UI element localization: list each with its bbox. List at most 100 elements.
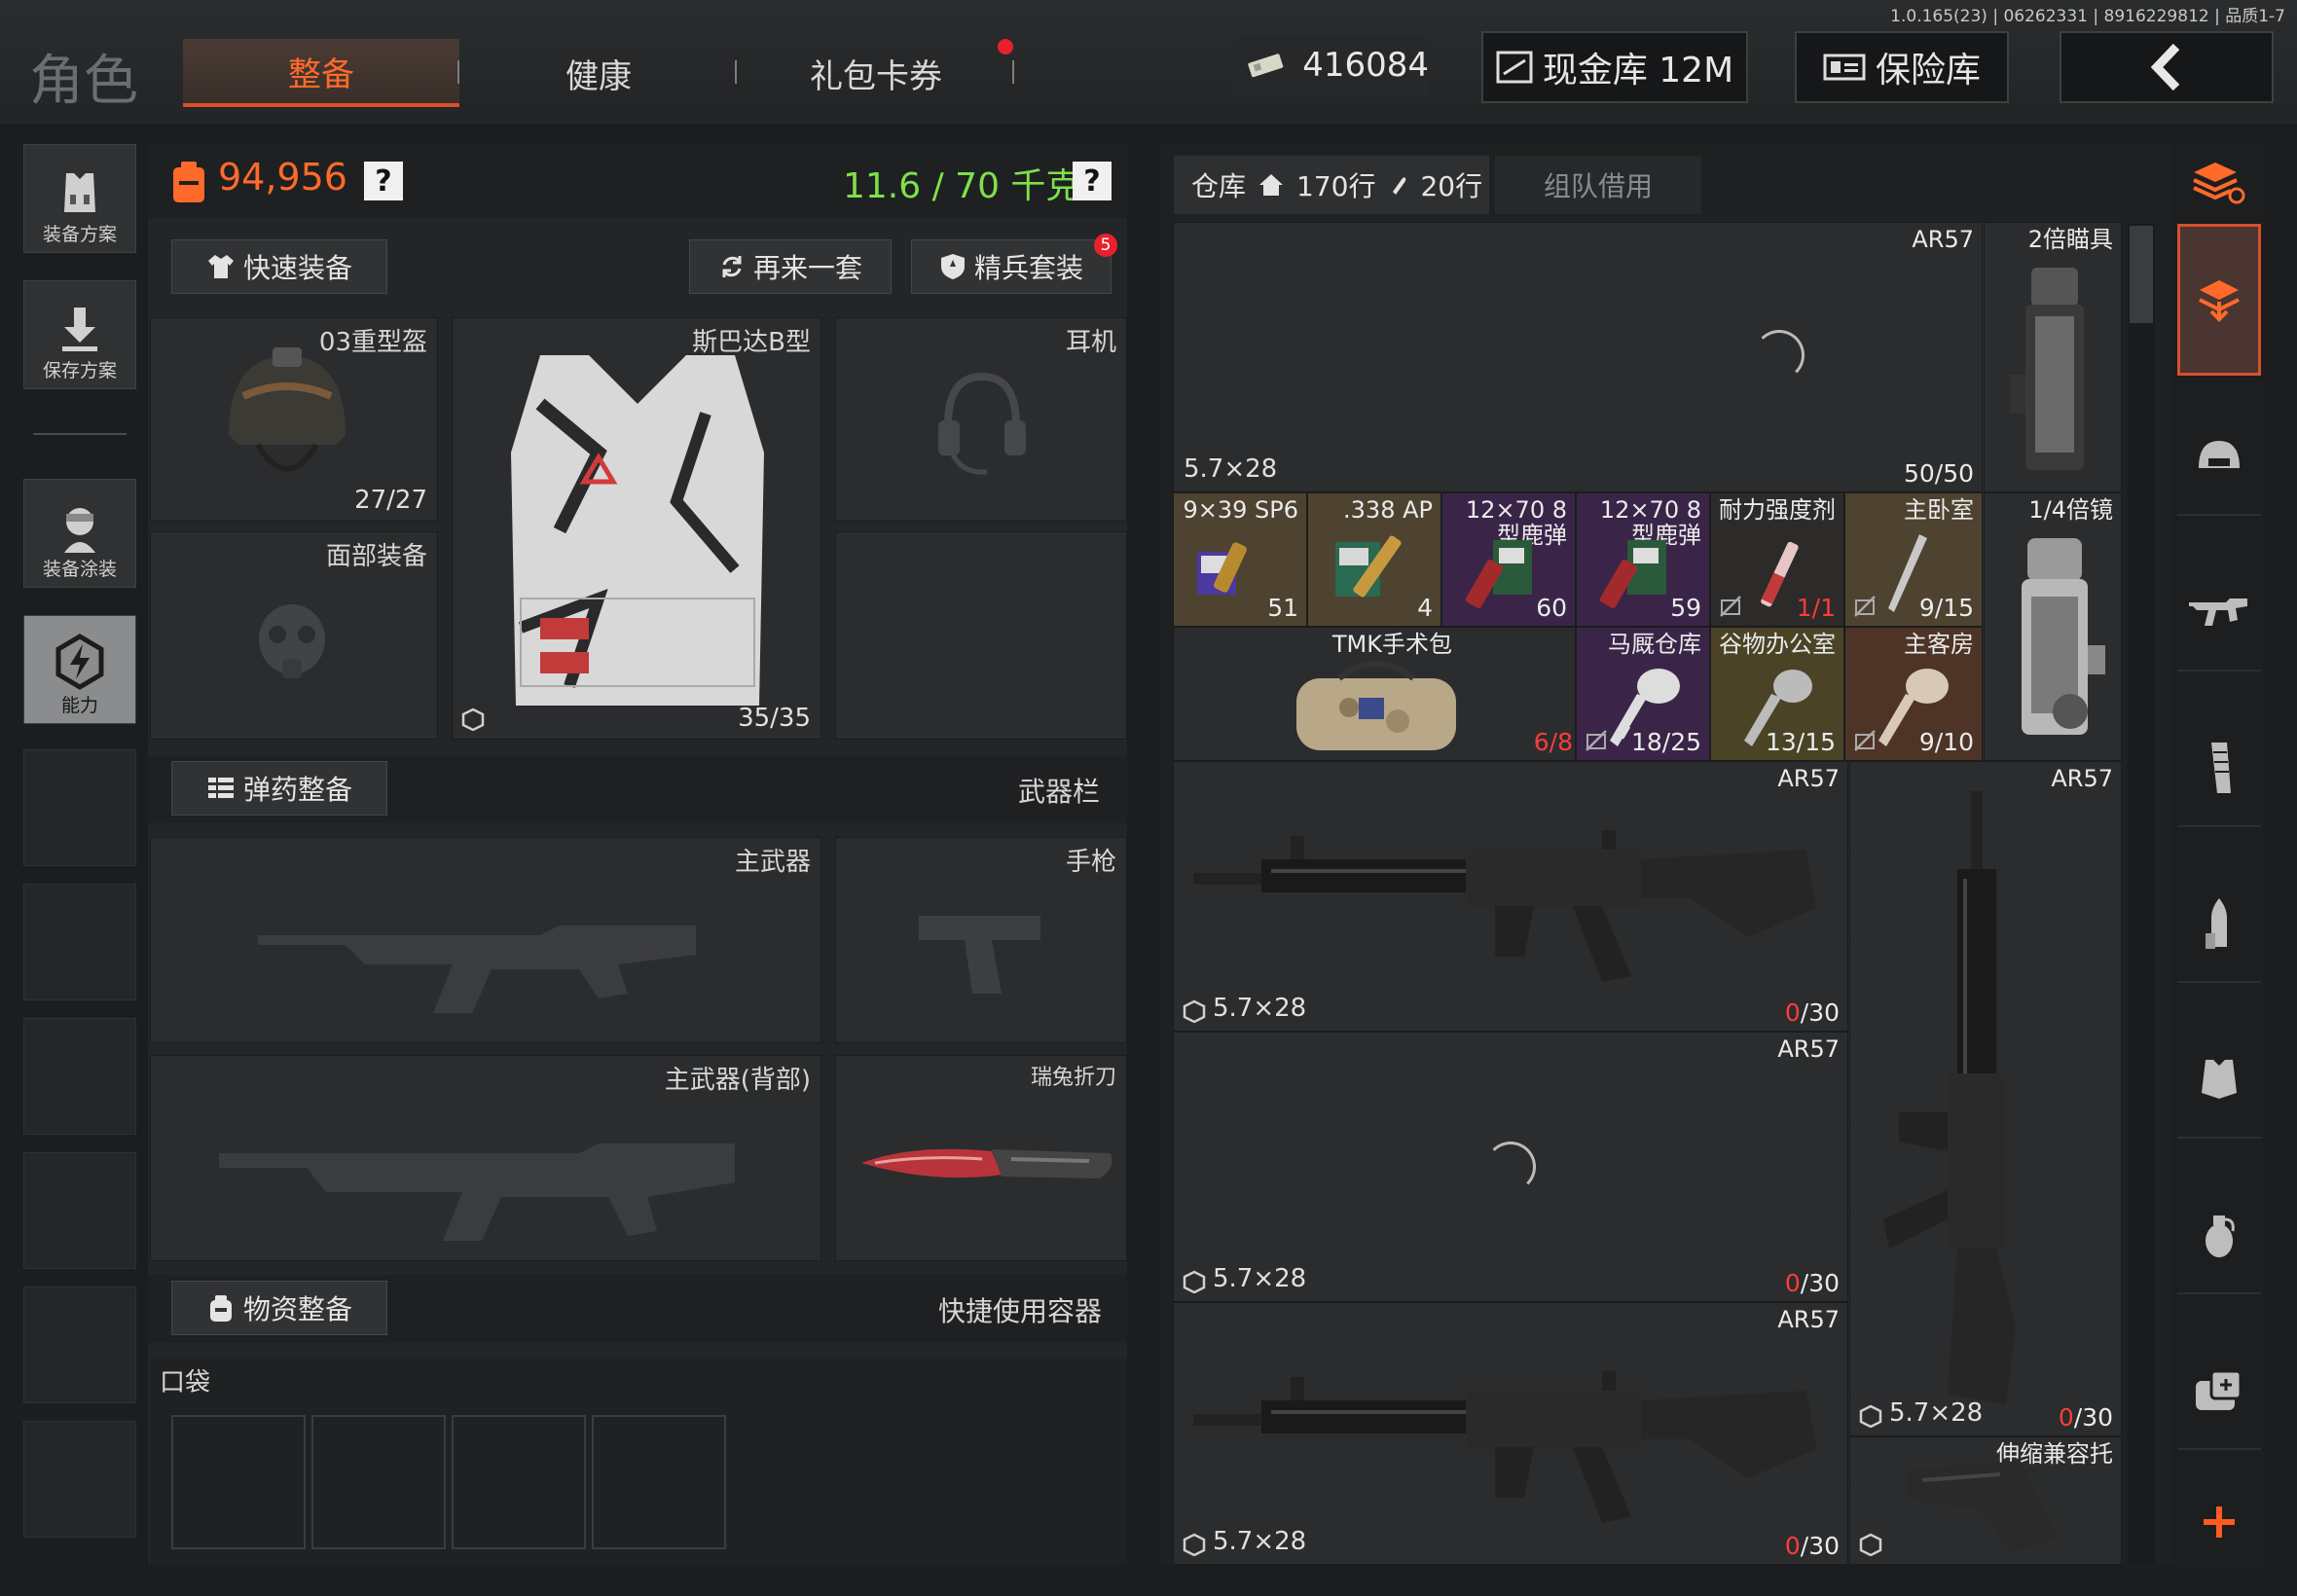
warehouse-item-master-bedroom-key[interactable]: 主卧室 9/15: [1844, 492, 1983, 627]
grenade-icon: [2206, 1215, 2235, 1257]
box-icon: [1183, 1270, 1206, 1293]
value-help-button[interactable]: ?: [364, 162, 403, 200]
category-medical[interactable]: [2177, 1333, 2261, 1450]
tab-health[interactable]: 健康: [506, 39, 691, 107]
elite-set-button[interactable]: 精兵套装: [911, 239, 1112, 294]
warehouse-item-1-4x-scope[interactable]: 1/4倍镜: [1984, 492, 2122, 761]
item-count: 9/10: [1918, 728, 1974, 756]
add-category-button[interactable]: [2177, 1479, 2261, 1565]
warehouse-item-2x-scope[interactable]: 2倍瞄具: [1984, 222, 2122, 492]
warehouse-item-338-ap[interactable]: .338 AP 4: [1307, 492, 1441, 627]
tab-equip[interactable]: 整备: [183, 39, 459, 107]
sidebar-item-label: 保存方案: [42, 360, 117, 381]
headset-slot[interactable]: 耳机: [835, 317, 1127, 522]
sidebar-item-skin[interactable]: 装备涂装: [23, 479, 136, 588]
team-borrow-tab[interactable]: 组队借用: [1495, 156, 1701, 214]
warehouse-scrollbar[interactable]: [2128, 224, 2155, 1565]
warehouse-item-ar57[interactable]: AR57 5.7×28 50/50: [1173, 222, 1983, 492]
safe-icon: [1823, 54, 1866, 81]
weight-help-button[interactable]: ?: [1073, 162, 1112, 200]
safe-button[interactable]: 保险库: [1795, 31, 2009, 103]
item-count-max: /30: [1800, 1269, 1840, 1297]
supplies-equip-button[interactable]: 物资整备: [171, 1281, 387, 1335]
ability-icon: [55, 634, 104, 690]
warehouse-item-tmk-surgical-kit[interactable]: TMK手术包 6/8: [1173, 627, 1576, 761]
warehouse-item-ar57[interactable]: AR57 5.7×28 0/30: [1173, 1032, 1848, 1302]
warehouse-item-ar57[interactable]: AR57 5.7×28 0/30: [1173, 761, 1848, 1032]
category-selected[interactable]: [2177, 224, 2261, 376]
item-label: .338 AP: [1343, 496, 1433, 524]
category-ammo[interactable]: [2177, 866, 2261, 983]
warehouse-item-9x39-sp6[interactable]: 9×39 SP6 51: [1173, 492, 1307, 627]
face-gear-slot[interactable]: 面部装备: [150, 531, 438, 740]
warehouse-item-12x70-buckshot[interactable]: 12×70 8型鹿弹 59: [1576, 492, 1710, 627]
pocket-slot[interactable]: [592, 1415, 726, 1549]
tab-gift-cards[interactable]: 礼包卡券: [779, 39, 973, 107]
item-count: 51: [1267, 594, 1298, 622]
box-icon: [1859, 1404, 1882, 1428]
warehouse-item-ar57[interactable]: AR57 5.7×28 0/30: [1173, 1302, 1848, 1565]
warehouse-item-stamina-booster[interactable]: 耐力强度剂 1/1: [1710, 492, 1844, 627]
item-count: 13/15: [1765, 728, 1836, 756]
sidebar-item-ability[interactable]: 能力: [23, 615, 136, 724]
warehouse-item-grain-office-key[interactable]: 谷物办公室 13/15: [1710, 627, 1844, 761]
category-helmet[interactable]: [2177, 399, 2261, 516]
sidebar-empty-slot: [23, 749, 136, 866]
category-rifle[interactable]: [2177, 555, 2261, 671]
shirt-icon: [207, 255, 234, 278]
medkit-icon: [2196, 1369, 2242, 1410]
rifle-vertical-icon: [1883, 791, 2016, 1404]
gas-mask-icon: [259, 604, 325, 678]
weight-display: 11.6 / 70 千克: [843, 166, 1081, 206]
cash-vault-button[interactable]: 现金库 12M: [1481, 31, 1748, 103]
scrollbar-thumb[interactable]: [2130, 226, 2153, 323]
category-all[interactable]: [2177, 136, 2261, 230]
loading-spinner-icon: [1485, 1142, 1536, 1192]
warehouse-item-ar57[interactable]: AR57 5.7×28 0/30: [1849, 761, 2122, 1436]
warehouse-tab[interactable]: 仓库 170行 20行: [1174, 156, 1489, 214]
warehouse-item-telescopic-stock[interactable]: 伸缩兼容托: [1849, 1436, 2122, 1565]
knife-slot[interactable]: 瑞兔折刀: [835, 1055, 1127, 1261]
primary-back-weapon-slot[interactable]: 主武器(背部): [150, 1055, 821, 1261]
pocket-slot[interactable]: [452, 1415, 586, 1549]
helmet-durability: 27/27: [354, 486, 427, 515]
loading-spinner-icon: [1754, 330, 1805, 381]
armor-slot[interactable]: 斯巴达B型 35/35: [452, 317, 821, 740]
warehouse-item-guest-room-key[interactable]: 主客房 9/10: [1844, 627, 1983, 761]
no-container-icon: [1720, 596, 1741, 617]
extra-gear-slot[interactable]: [835, 531, 1127, 740]
item-label: AR57: [1777, 765, 1840, 792]
quick-equip-button[interactable]: 快速装备: [171, 239, 387, 294]
sidebar-item-label: 装备涂装: [42, 559, 117, 580]
rifle-icon: [1193, 830, 1816, 982]
again-button[interactable]: 再来一套: [689, 239, 892, 294]
warehouse-rows: 170行: [1296, 170, 1376, 202]
warehouse-item-stable-warehouse-key[interactable]: 马厩仓库 18/25: [1576, 627, 1710, 761]
armor-vest-icon: [511, 355, 764, 706]
quick-equip-label: 快速装备: [242, 252, 352, 284]
warehouse-item-12x70-buckshot[interactable]: 12×70 8型鹿弹 60: [1441, 492, 1576, 627]
item-label: 马厩仓库: [1608, 631, 1701, 658]
pistol-slot[interactable]: 手枪: [835, 837, 1127, 1043]
face-gear-label: 面部装备: [325, 542, 427, 571]
sidebar-item-save-plan[interactable]: 保存方案: [23, 280, 136, 389]
back-button[interactable]: [2060, 31, 2274, 103]
primary-weapon-slot[interactable]: 主武器: [150, 837, 821, 1043]
category-grenade[interactable]: [2177, 1178, 2261, 1294]
sidebar-item-label: 装备方案: [42, 224, 117, 245]
ammo-equip-button[interactable]: 弹药整备: [171, 761, 387, 816]
pocket-slot[interactable]: [311, 1415, 446, 1549]
category-armor[interactable]: [2177, 1022, 2261, 1139]
no-container-icon: [1586, 730, 1607, 751]
tab-divider: [1012, 60, 1014, 84]
box-icon: [1183, 1533, 1206, 1556]
item-ammo: 5.7×28: [1213, 994, 1307, 1023]
pocket-slot[interactable]: [171, 1415, 306, 1549]
category-magazine[interactable]: [2177, 710, 2261, 827]
scope-icon: [2010, 268, 2084, 470]
home-icon: [1259, 174, 1284, 196]
sidebar-item-loadout-plan[interactable]: 装备方案: [23, 144, 136, 253]
ammo-box-icon: [1335, 535, 1402, 598]
helmet-slot[interactable]: 03重型盔 27/27: [150, 317, 438, 522]
primary-back-weapon-label: 主武器(背部): [664, 1066, 811, 1095]
